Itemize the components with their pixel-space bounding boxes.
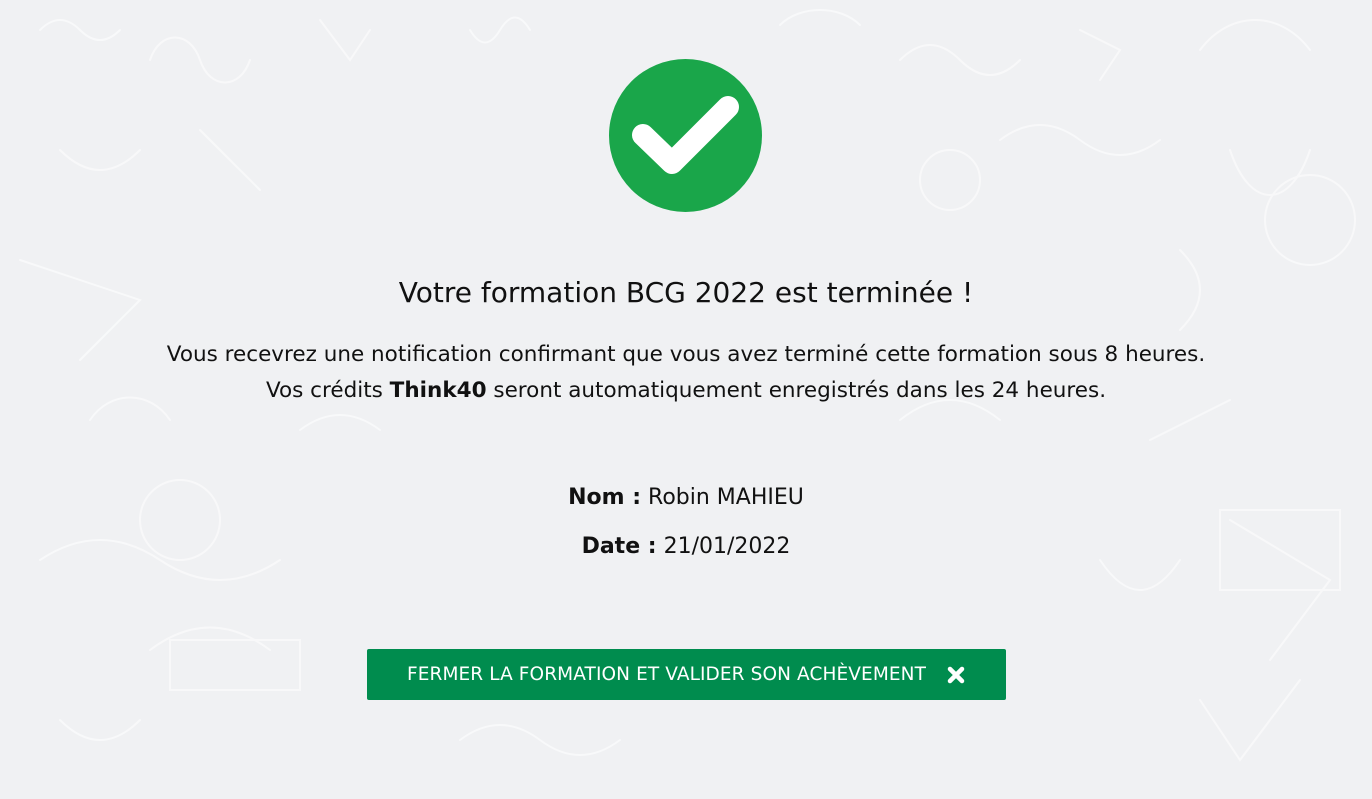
- completion-date-row: Date : 21/01/2022: [0, 532, 1372, 562]
- name-value: Robin MAHIEU: [648, 485, 804, 510]
- credits-text-prefix: Vos crédits: [265, 378, 390, 403]
- credits-brand: Think40: [389, 378, 487, 403]
- check-circle-icon: [609, 59, 762, 212]
- learner-name-row: Nom : Robin MAHIEU: [0, 483, 1372, 513]
- date-label: Date :: [581, 534, 657, 559]
- completion-headline: Votre formation BCG 2022 est terminée !: [398, 276, 974, 309]
- close-icon: [946, 665, 966, 685]
- credits-text-suffix: seront automatiquement enregistrés dans …: [486, 378, 1107, 403]
- close-and-validate-button[interactable]: FERMER LA FORMATION ET VALIDER SON ACHÈV…: [367, 649, 1006, 700]
- date-value: 21/01/2022: [663, 534, 791, 559]
- credits-text: Vos crédits Think40 seront automatiqueme…: [0, 373, 1372, 409]
- notification-text: Vous recevrez une notification confirman…: [166, 342, 1206, 367]
- completion-screen: Votre formation BCG 2022 est terminée ! …: [0, 0, 1372, 799]
- name-label: Nom :: [568, 485, 642, 510]
- completion-message: Vous recevrez une notification confirman…: [0, 337, 1372, 409]
- close-button-label: FERMER LA FORMATION ET VALIDER SON ACHÈV…: [406, 664, 927, 685]
